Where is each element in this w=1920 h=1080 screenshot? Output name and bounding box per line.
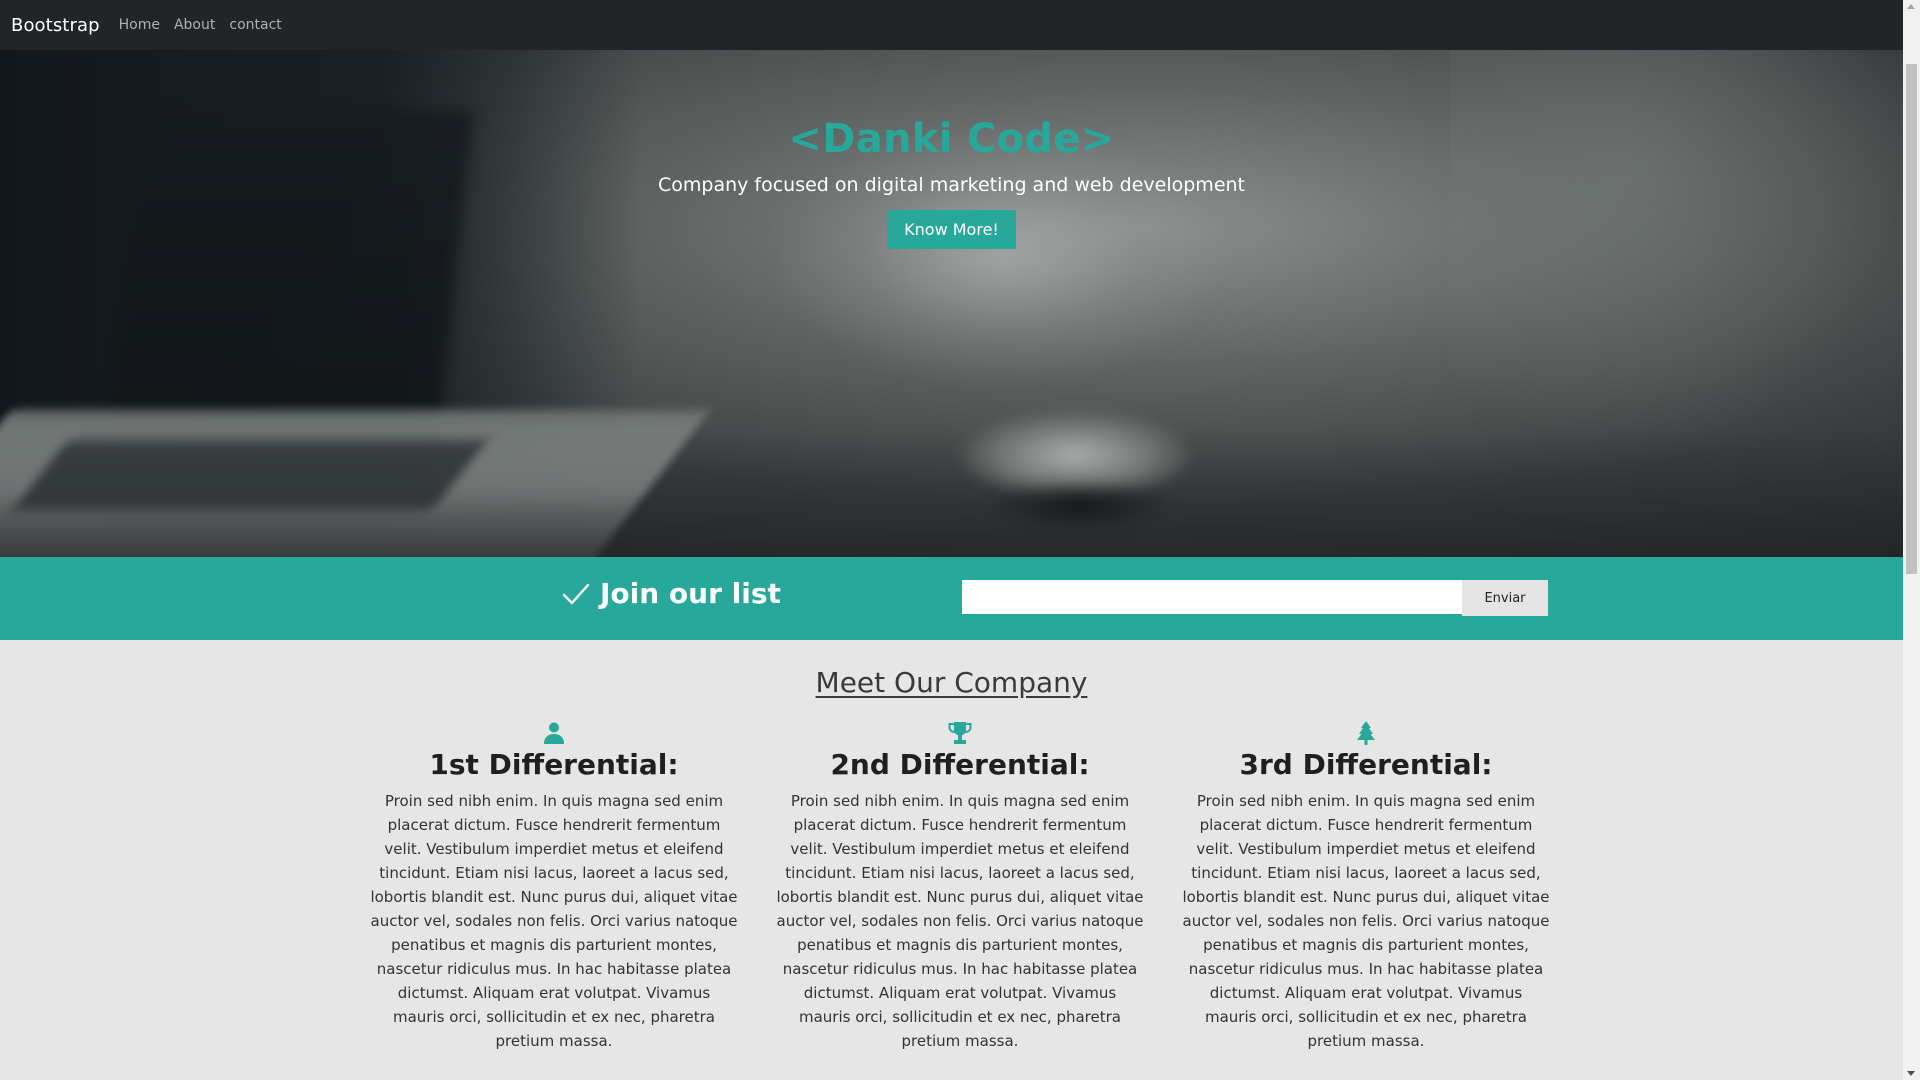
join-list-title: Join our list: [560, 577, 781, 610]
check-icon: [562, 583, 590, 604]
scroll-up-arrow-icon[interactable]: [1907, 4, 1915, 9]
hero-bowl: [960, 410, 1190, 500]
differentials-columns: 1st Differential: Proin sed nibh enim. I…: [366, 720, 1554, 1053]
nav-link-contact[interactable]: contact: [229, 17, 281, 33]
user-icon: [544, 722, 564, 744]
hero-bowl-shadow: [990, 480, 1170, 530]
tree-icon: [1357, 721, 1375, 745]
know-more-button[interactable]: Know More!: [887, 210, 1016, 249]
hero-background-table: [0, 430, 1903, 557]
hero-title: <Danki Code>: [788, 116, 1115, 162]
scrollbar-thumb[interactable]: [1906, 64, 1917, 574]
hero-laptop-keyboard: [12, 440, 488, 510]
nav-link-home[interactable]: Home: [119, 17, 160, 33]
differential-column-2: 2nd Differential: Proin sed nibh enim. I…: [772, 720, 1148, 1053]
page: Bootstrap Home About contact <Danki Code…: [0, 0, 1920, 1080]
join-list-bar: Join our list Enviar: [0, 557, 1903, 640]
vertical-scrollbar[interactable]: [1903, 0, 1920, 1080]
differential-column-1: 1st Differential: Proin sed nibh enim. I…: [366, 720, 742, 1053]
navbar: Bootstrap Home About contact: [0, 0, 1903, 50]
enviar-button[interactable]: Enviar: [1462, 580, 1548, 616]
differential-column-3: 3rd Differential: Proin sed nibh enim. I…: [1178, 720, 1554, 1053]
email-input[interactable]: [962, 580, 1462, 614]
hero-laptop-base: [0, 410, 711, 557]
differential-title-1: 1st Differential:: [429, 748, 679, 781]
nav-links: Home About contact: [119, 17, 296, 33]
join-form: Enviar: [962, 580, 1548, 616]
section-title: Meet Our Company: [815, 666, 1088, 699]
hero-content: <Danki Code> Company focused on digital …: [0, 50, 1903, 249]
navbar-brand[interactable]: Bootstrap: [11, 15, 100, 36]
differential-text-2: Proin sed nibh enim. In quis magna sed e…: [776, 792, 1144, 1050]
hero-subtitle: Company focused on digital marketing and…: [657, 174, 1245, 196]
differential-title-3: 3rd Differential:: [1239, 748, 1493, 781]
differential-title-2: 2nd Differential:: [830, 748, 1090, 781]
company-section: Meet Our Company 1st Differential: Proin…: [0, 640, 1903, 1080]
differential-text-1: Proin sed nibh enim. In quis magna sed e…: [370, 792, 738, 1050]
scroll-down-arrow-icon[interactable]: [1907, 1071, 1915, 1076]
nav-link-about[interactable]: About: [174, 17, 215, 33]
differential-text-3: Proin sed nibh enim. In quis magna sed e…: [1182, 792, 1550, 1050]
hero-section: <Danki Code> Company focused on digital …: [0, 50, 1903, 557]
join-list-label: Join our list: [600, 577, 781, 610]
trophy-icon: [948, 722, 972, 744]
